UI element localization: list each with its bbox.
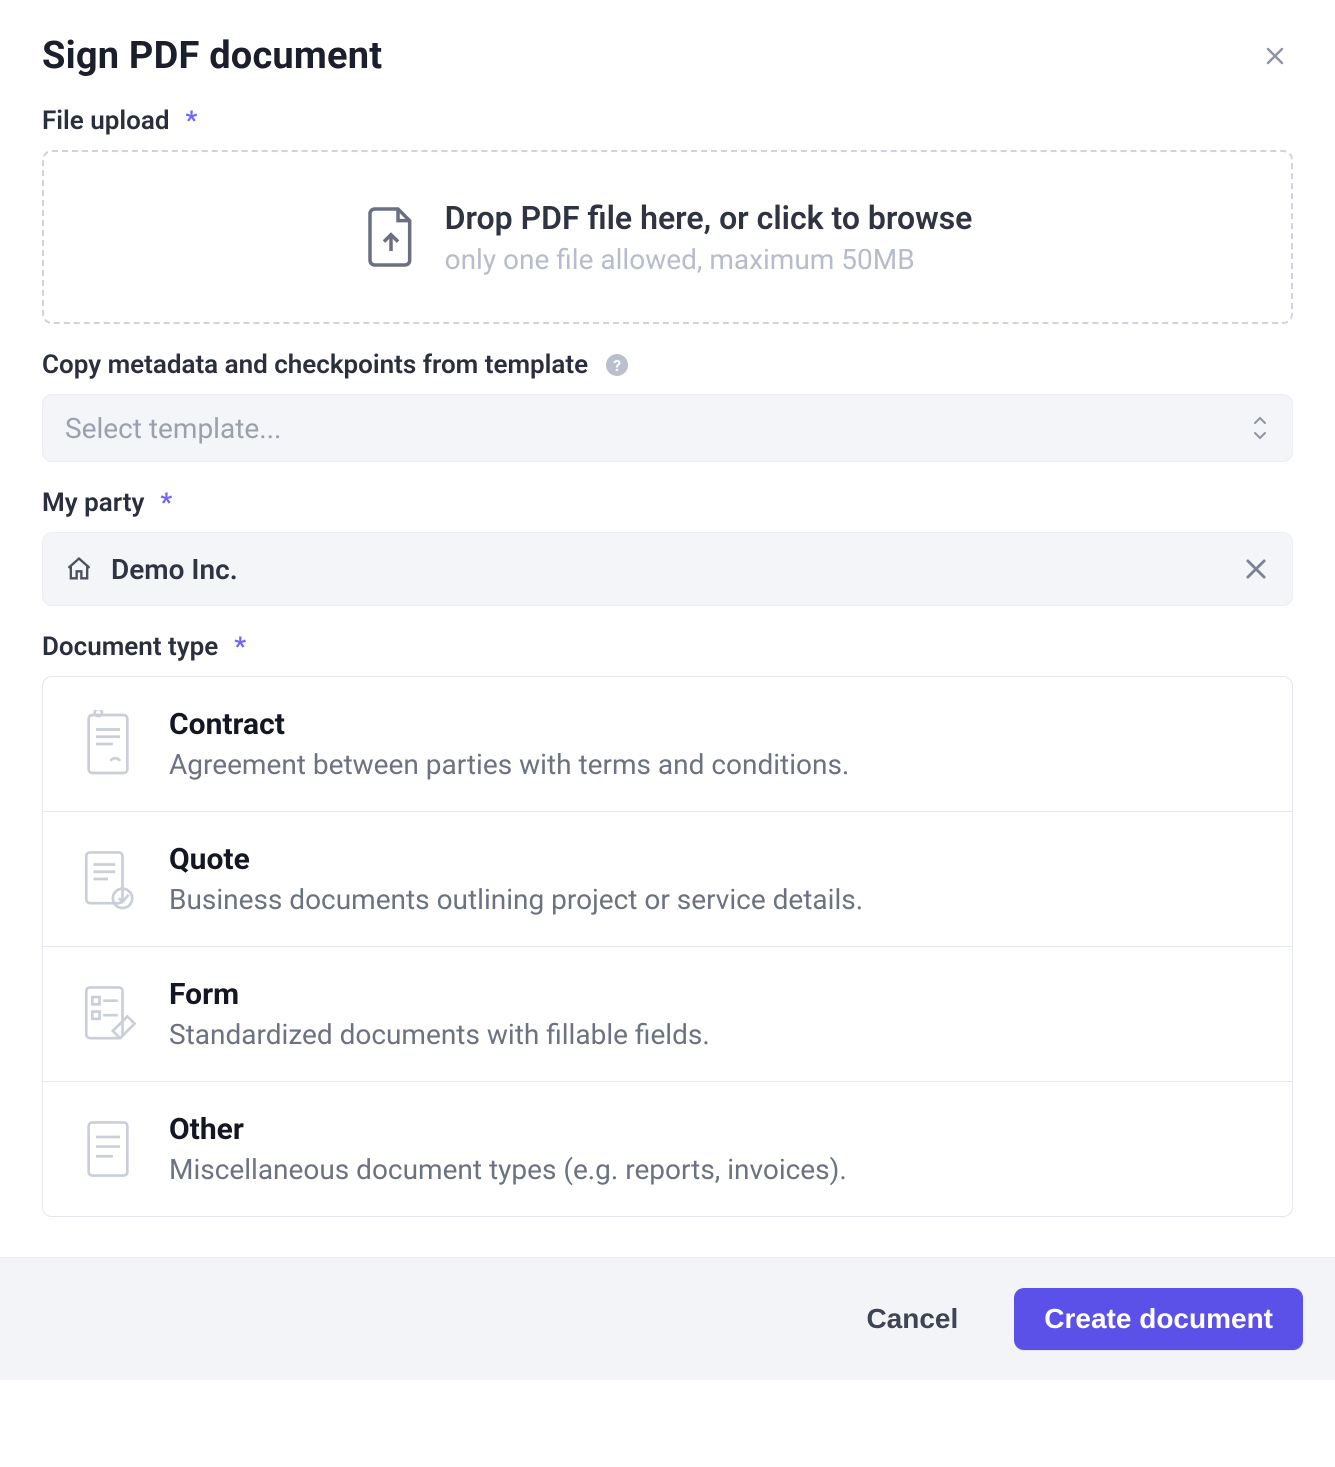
doc-type-option-contract[interactable]: Contract Agreement between parties with … — [43, 677, 1292, 812]
create-document-button[interactable]: Create document — [1014, 1288, 1303, 1350]
document-icon — [79, 1115, 137, 1183]
document-type-label: Document type* — [42, 632, 1293, 662]
home-icon — [65, 555, 93, 583]
help-icon[interactable]: ? — [606, 354, 628, 376]
doc-type-title: Contract — [169, 707, 849, 742]
dropzone-subtitle: only one file allowed, maximum 50MB — [445, 243, 973, 276]
doc-type-option-quote[interactable]: Quote Business documents outlining proje… — [43, 812, 1292, 947]
doc-type-desc: Miscellaneous document types (e.g. repor… — [169, 1153, 847, 1186]
doc-type-desc: Business documents outlining project or … — [169, 883, 863, 916]
doc-type-title: Quote — [169, 842, 863, 877]
required-marker: * — [185, 106, 197, 136]
doc-type-option-other[interactable]: Other Miscellaneous document types (e.g.… — [43, 1082, 1292, 1216]
close-button[interactable] — [1257, 38, 1293, 74]
modal: Sign PDF document File upload* Drop PDF … — [0, 0, 1335, 1380]
template-placeholder: Select template... — [65, 412, 281, 445]
template-select[interactable]: Select template... — [42, 394, 1293, 462]
select-chevron-icon — [1250, 414, 1270, 442]
document-type-list: Contract Agreement between parties with … — [42, 676, 1293, 1217]
file-upload-label: File upload* — [42, 106, 1293, 136]
doc-type-title: Other — [169, 1112, 847, 1147]
required-marker: * — [160, 488, 172, 518]
doc-type-desc: Agreement between parties with terms and… — [169, 748, 849, 781]
template-label: Copy metadata and checkpoints from templ… — [42, 350, 1293, 380]
document-icon — [79, 710, 137, 778]
my-party-field[interactable]: Demo Inc. — [42, 532, 1293, 606]
document-icon — [79, 980, 137, 1048]
doc-type-desc: Standardized documents with fillable fie… — [169, 1018, 710, 1051]
my-party-label: My party* — [42, 488, 1293, 518]
modal-footer: Cancel Create document — [0, 1257, 1335, 1380]
my-party-value: Demo Inc. — [111, 553, 1224, 586]
document-icon — [79, 845, 137, 913]
doc-type-option-form[interactable]: Form Standardized documents with fillabl… — [43, 947, 1292, 1082]
required-marker: * — [234, 632, 246, 662]
doc-type-title: Form — [169, 977, 710, 1012]
clear-party-button[interactable] — [1242, 555, 1270, 583]
dropzone-title: Drop PDF file here, or click to browse — [445, 199, 973, 237]
file-dropzone[interactable]: Drop PDF file here, or click to browse o… — [42, 150, 1293, 324]
file-upload-icon — [363, 204, 419, 270]
modal-title: Sign PDF document — [42, 34, 382, 78]
cancel-button[interactable]: Cancel — [836, 1288, 988, 1350]
close-icon — [1263, 44, 1287, 68]
